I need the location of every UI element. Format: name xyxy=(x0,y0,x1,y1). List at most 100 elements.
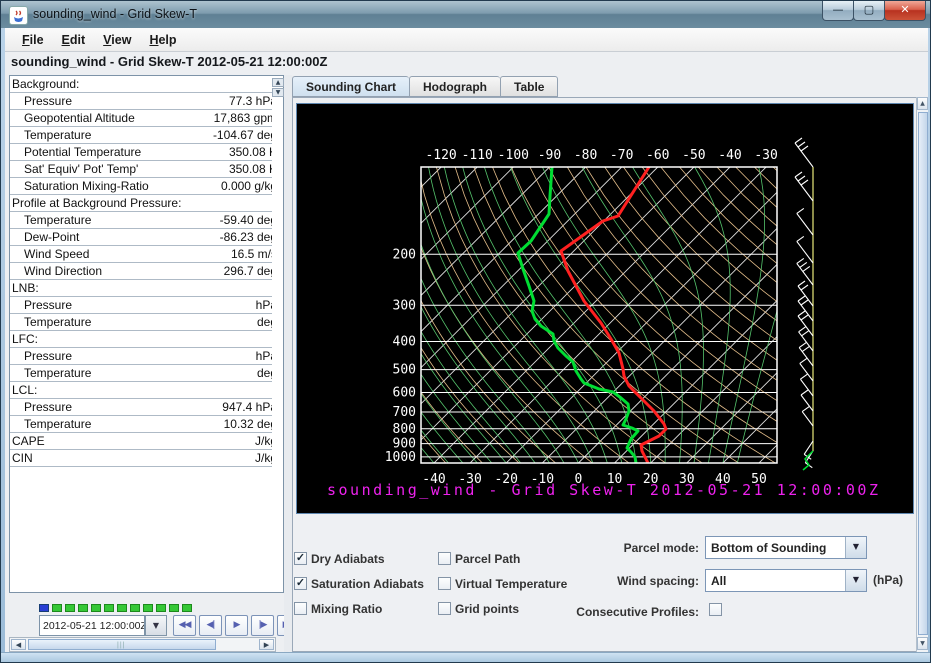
titlebar[interactable]: sounding_wind - Grid Skew-T —▢✕ xyxy=(1,1,931,29)
consecutive-profiles-label: Consecutive Profiles: xyxy=(521,605,699,619)
table-row[interactable]: Sat' Equiv' Pot' Temp'350.08 K xyxy=(10,161,272,178)
row-value: -104.67 deg xyxy=(213,128,272,142)
close-button[interactable]: ✕ xyxy=(884,1,926,21)
time-combobox-arrow-icon[interactable]: ▼ xyxy=(145,615,167,636)
table-row[interactable]: Temperature-59.40 deg xyxy=(10,212,272,229)
right-vertical-scrollbar[interactable]: ▲ ▼ xyxy=(916,97,928,652)
menu-item-help[interactable]: Help xyxy=(140,31,185,49)
table-row[interactable]: Wind Speed16.5 m/s xyxy=(10,246,272,263)
wind-barb xyxy=(799,348,813,366)
timeline-step[interactable] xyxy=(143,604,153,612)
svg-text:200: 200 xyxy=(393,247,416,262)
row-value: deg xyxy=(257,315,272,329)
table-row[interactable]: CAPEJ/kg xyxy=(10,433,272,450)
timeline-step[interactable] xyxy=(169,604,179,612)
combobox-arrow-icon[interactable]: ▼ xyxy=(845,537,866,558)
timeline-step[interactable] xyxy=(39,604,49,612)
timeline-step[interactable] xyxy=(78,604,88,612)
svg-text:-100: -100 xyxy=(498,148,529,163)
row-label: LNB: xyxy=(12,281,39,295)
row-label: Pressure xyxy=(24,298,72,312)
timeline-step[interactable] xyxy=(156,604,166,612)
table-row[interactable]: Saturation Mixing-Ratio0.000 g/kg xyxy=(10,178,272,195)
maximize-button[interactable]: ▢ xyxy=(853,1,885,21)
tab-sounding-chart[interactable]: Sounding Chart xyxy=(292,76,409,97)
left-horizontal-scrollbar[interactable]: ◀ ||| ▶ xyxy=(9,637,276,652)
table-row[interactable]: Background: xyxy=(10,76,272,93)
scrollbar-left-arrow-icon[interactable]: ◀ xyxy=(11,639,26,650)
table-row[interactable]: Potential Temperature350.08 K xyxy=(10,144,272,161)
table-row[interactable]: LCL: xyxy=(10,382,272,399)
svg-text:300: 300 xyxy=(393,298,416,313)
parcel-mode-value: Bottom of Sounding xyxy=(711,541,826,555)
checkbox-box[interactable] xyxy=(438,577,451,590)
table-row[interactable]: LFC: xyxy=(10,331,272,348)
menu-item-view[interactable]: View xyxy=(94,31,140,49)
scrollbar-right-arrow-icon[interactable]: ▶ xyxy=(259,639,274,650)
checkbox-box[interactable] xyxy=(294,602,307,615)
row-label: Pressure xyxy=(24,349,72,363)
fast-forward-button[interactable]: ▶▶ xyxy=(277,615,284,636)
checkbox-box[interactable] xyxy=(438,602,451,615)
table-row[interactable]: Temperature10.32 deg xyxy=(10,416,272,433)
timeline-step[interactable] xyxy=(65,604,75,612)
row-label: Pressure xyxy=(24,94,72,108)
table-row[interactable]: Geopotential Altitude17,863 gpm xyxy=(10,110,272,127)
window-border-bottom xyxy=(1,652,931,663)
rewind-button[interactable]: ◀◀ xyxy=(173,615,196,636)
consecutive-profiles-checkbox[interactable] xyxy=(709,603,722,616)
timeline-step[interactable] xyxy=(182,604,192,612)
parcel-mode-combobox[interactable]: Bottom of Sounding ▼ xyxy=(705,536,867,559)
table-row[interactable]: Wind Direction296.7 deg xyxy=(10,263,272,280)
timeline-step[interactable] xyxy=(130,604,140,612)
checkbox-box[interactable] xyxy=(438,552,451,565)
table-row[interactable]: LNB: xyxy=(10,280,272,297)
timeline-step[interactable] xyxy=(104,604,114,612)
scrollbar-up-arrow-icon[interactable]: ▲ xyxy=(917,97,928,110)
table-row[interactable]: PressurehPa xyxy=(10,297,272,314)
wind-spacing-combobox[interactable]: All ▼ xyxy=(705,569,867,592)
timeline-step[interactable] xyxy=(117,604,127,612)
step-back-button[interactable]: ◀| xyxy=(199,615,222,636)
skewt-chart[interactable]: -120-110-100-90-80-70-60-50-40-30-40-30-… xyxy=(297,104,913,513)
checkbox-box[interactable]: ✓ xyxy=(294,577,307,590)
svg-text:500: 500 xyxy=(393,363,416,378)
table-row[interactable]: CINJ/kg xyxy=(10,450,272,467)
row-label: Dew-Point xyxy=(24,230,79,244)
wind-spacing-value: All xyxy=(711,574,726,588)
table-scroll-down-icon[interactable]: ▼ xyxy=(272,88,284,97)
play-button[interactable]: ▶ xyxy=(225,615,248,636)
table-row[interactable]: Temperaturedeg xyxy=(10,365,272,382)
timeline xyxy=(39,604,192,612)
table-row[interactable]: Temperature -104.67 deg xyxy=(10,127,272,144)
wind-barb xyxy=(795,143,813,167)
table-row[interactable]: Dew-Point-86.23 deg xyxy=(10,229,272,246)
svg-text:400: 400 xyxy=(393,335,416,350)
minimize-button[interactable]: — xyxy=(822,1,854,21)
tab-hodograph[interactable]: Hodograph xyxy=(409,76,500,97)
time-combobox[interactable]: 2012-05-21 12:00:00Z xyxy=(39,615,145,636)
menu-item-file[interactable]: File xyxy=(13,31,53,49)
table-row[interactable]: Profile at Background Pressure: xyxy=(10,195,272,212)
menu-item-edit[interactable]: Edit xyxy=(53,31,95,49)
step-forward-button[interactable]: |▶ xyxy=(251,615,274,636)
tab-table[interactable]: Table xyxy=(500,76,558,97)
timeline-step[interactable] xyxy=(91,604,101,612)
checkbox-label: Parcel Path xyxy=(455,552,520,566)
vertical-splitter[interactable] xyxy=(284,75,292,652)
window-title: sounding_wind - Grid Skew-T xyxy=(33,7,197,21)
table-row[interactable]: Temperaturedeg xyxy=(10,314,272,331)
scrollbar-thumb[interactable]: ||| xyxy=(28,639,216,650)
checkbox-box[interactable]: ✓ xyxy=(294,552,307,565)
timeline-step[interactable] xyxy=(52,604,62,612)
scrollbar-thumb[interactable] xyxy=(918,112,928,635)
scrollbar-down-arrow-icon[interactable]: ▼ xyxy=(917,637,928,650)
table-scroll-up-icon[interactable]: ▲ xyxy=(272,78,284,87)
row-label: Temperature xyxy=(24,128,91,142)
table-row[interactable]: PressurehPa xyxy=(10,348,272,365)
table-row[interactable]: Pressure947.4 hPa xyxy=(10,399,272,416)
svg-text:-50: -50 xyxy=(682,148,705,163)
row-value: 350.08 K xyxy=(229,145,272,159)
table-row[interactable]: Pressure77.3 hPa xyxy=(10,93,272,110)
combobox-arrow-icon[interactable]: ▼ xyxy=(845,570,866,591)
